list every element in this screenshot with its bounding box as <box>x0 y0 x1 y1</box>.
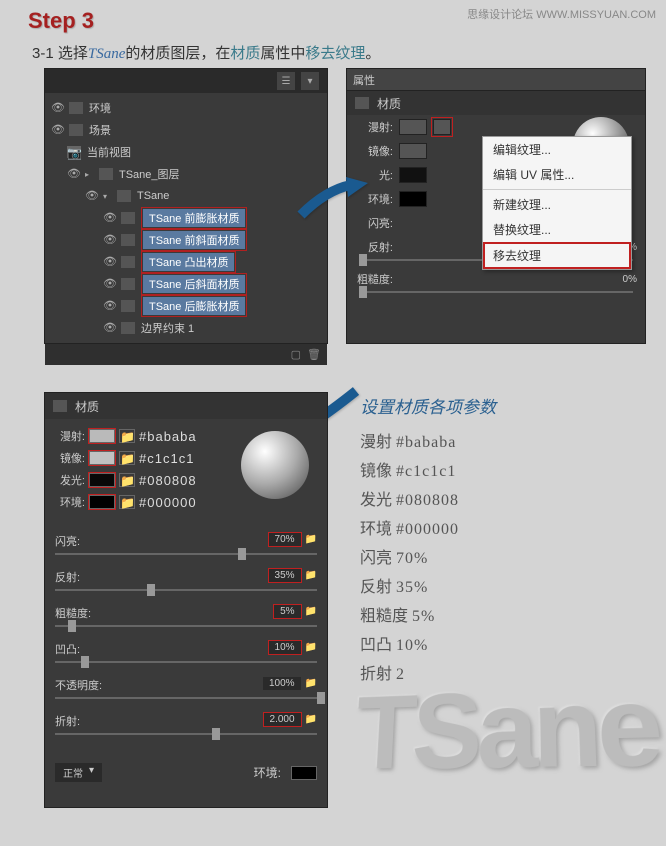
layer-tsane[interactable]: 👁 ▾ TSane <box>45 185 327 207</box>
swatch-0[interactable] <box>89 429 115 443</box>
slider-0[interactable] <box>55 553 317 555</box>
layer-material-1[interactable]: 👁 TSane 前斜面材质 <box>45 229 327 251</box>
slider-row-4: 不透明度:100%📁 <box>55 677 317 699</box>
blend-dropdown[interactable]: 正常▾ <box>55 763 102 782</box>
visibility-icon[interactable]: 👁 <box>85 189 99 203</box>
texture-context-menu: 编辑纹理... 编辑 UV 属性... 新建纹理... 替换纹理... 移去纹理 <box>482 136 632 270</box>
menu-replace-texture[interactable]: 替换纹理... <box>483 217 631 242</box>
folder-icon[interactable]: 📁 <box>119 473 135 487</box>
instruction-text: 3-1 选择TSane的材质图层，在材质属性中移去纹理。 <box>32 42 380 63</box>
visibility-icon[interactable]: 👁 <box>103 211 117 225</box>
diffuse-texture-btn[interactable] <box>433 119 451 135</box>
new-icon[interactable]: ▢ <box>291 348 301 361</box>
layer-current-view[interactable]: 📷 当前视图 <box>45 141 327 163</box>
slider-row-0: 闪亮:70%📁 <box>55 533 317 555</box>
properties-tab[interactable]: 属性 <box>347 69 645 91</box>
layer-boundary[interactable]: 👁 边界约束 1 <box>45 317 327 339</box>
slider-row-1: 反射:35%📁 <box>55 569 317 591</box>
swatch-1[interactable] <box>89 451 115 465</box>
rough-slider[interactable] <box>359 291 633 293</box>
specular-swatch[interactable] <box>399 143 427 159</box>
layer-material-3[interactable]: 👁 TSane 后斜面材质 <box>45 273 327 295</box>
panel-options-icon[interactable]: ☰ <box>277 72 295 90</box>
folder-icon[interactable]: 📁 <box>119 495 135 509</box>
watermark: 思缘设计论坛 WWW.MISSYUAN.COM <box>467 6 656 22</box>
ambient-swatch[interactable] <box>399 191 427 207</box>
layer-material-0[interactable]: 👁 TSane 前膨胀材质 <box>45 207 327 229</box>
panel-footer: ▢ 🗑 <box>45 343 327 365</box>
twisty-icon[interactable]: ▸ <box>85 170 95 179</box>
diffuse-swatch[interactable] <box>399 119 427 135</box>
visibility-icon[interactable]: 👁 <box>51 101 65 115</box>
visibility-icon[interactable]: 👁 <box>67 167 81 181</box>
visibility-icon[interactable]: 👁 <box>103 321 117 335</box>
slider-5[interactable] <box>55 733 317 735</box>
menu-new-texture[interactable]: 新建纹理... <box>483 192 631 217</box>
slider-row-2: 粗糙度:5%📁 <box>55 605 317 627</box>
visibility-icon[interactable]: 👁 <box>51 123 65 137</box>
folder-icon[interactable]: 📁 <box>119 451 135 465</box>
folder-icon[interactable]: 📁 <box>119 429 135 443</box>
settings-annotation: 设置材质各项参数 漫射 #bababa镜像 #c1c1c1发光 #080808环… <box>360 393 496 689</box>
slider-1[interactable] <box>55 589 317 591</box>
folder-icon[interactable]: 📁 <box>305 714 317 725</box>
visibility-icon[interactable]: 👁 <box>103 233 117 247</box>
layer-material-2[interactable]: 👁 TSane 凸出材质 <box>45 251 327 273</box>
layers-panel: ☰ ▾ 👁 环境 👁 场景 📷 当前视图 👁 ▸ TSane_图层 👁 ▾ TS <box>44 68 328 344</box>
filter-icon[interactable]: ▾ <box>301 72 319 90</box>
trash-icon[interactable]: 🗑 <box>307 348 321 361</box>
folder-icon[interactable]: 📁 <box>305 642 317 653</box>
layer-env[interactable]: 👁 环境 <box>45 97 327 119</box>
material-title: 材质 <box>377 95 401 112</box>
folder-icon[interactable]: 📁 <box>305 678 317 689</box>
visibility-icon[interactable]: 👁 <box>103 299 117 313</box>
layer-tsane-layer[interactable]: 👁 ▸ TSane_图层 <box>45 163 327 185</box>
slider-row-5: 折射:2.000📁 <box>55 713 317 735</box>
arrow-1 <box>296 175 368 228</box>
menu-edit-uv[interactable]: 编辑 UV 属性... <box>483 162 631 187</box>
swatch-2[interactable] <box>89 473 115 487</box>
layer-scene[interactable]: 👁 场景 <box>45 119 327 141</box>
env-swatch-2[interactable] <box>291 766 317 780</box>
material-preview-sphere-2 <box>241 431 309 499</box>
panel-header: ☰ ▾ <box>45 69 327 93</box>
folder-icon[interactable]: 📁 <box>305 570 317 581</box>
swatch-3[interactable] <box>89 495 115 509</box>
material-title-2: 材质 <box>75 398 99 415</box>
visibility-icon[interactable]: 👁 <box>103 255 117 269</box>
twisty-icon[interactable]: ▾ <box>103 192 113 201</box>
slider-row-3: 凹凸:10%📁 <box>55 641 317 663</box>
slider-3[interactable] <box>55 661 317 663</box>
slider-2[interactable] <box>55 625 317 627</box>
step-title: Step 3 <box>28 8 94 34</box>
menu-remove-texture[interactable]: 移去纹理 <box>485 244 629 267</box>
properties-panel-2: 材质 漫射: 📁 #bababa镜像: 📁 #c1c1c1发光: 📁 #0808… <box>44 392 328 808</box>
slider-4[interactable] <box>55 697 317 699</box>
layer-material-4[interactable]: 👁 TSane 后膨胀材质 <box>45 295 327 317</box>
folder-icon[interactable]: 📁 <box>305 606 317 617</box>
menu-edit-texture[interactable]: 编辑纹理... <box>483 137 631 162</box>
visibility-icon[interactable]: 👁 <box>103 277 117 291</box>
illum-swatch[interactable] <box>399 167 427 183</box>
folder-icon[interactable]: 📁 <box>305 534 317 545</box>
bg-3d-text: TSane <box>346 666 666 846</box>
